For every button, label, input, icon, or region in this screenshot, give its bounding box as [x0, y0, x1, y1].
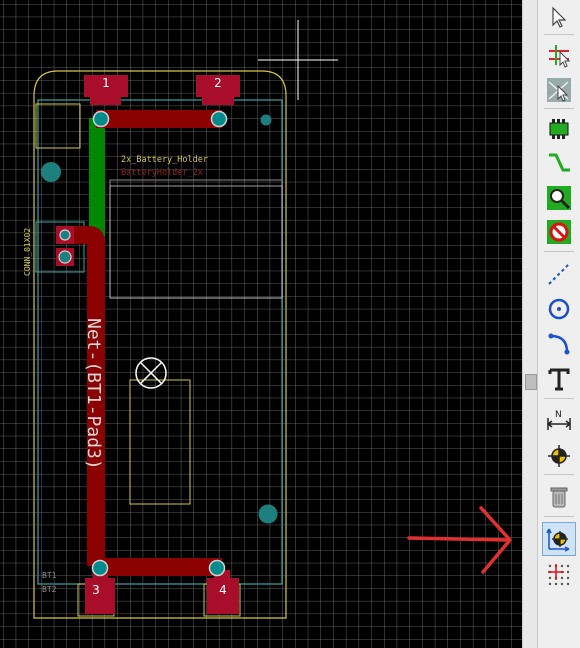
svg-text:N: N — [555, 410, 562, 420]
keepout-icon — [547, 220, 571, 244]
via-icon — [547, 186, 571, 210]
via-left[interactable] — [41, 162, 61, 182]
drill-origin-icon — [546, 528, 570, 552]
pad-2-label: 2 — [214, 76, 222, 90]
layer-alignment-target-tool-button[interactable] — [542, 439, 576, 473]
draw-circle-tool-button[interactable] — [542, 292, 576, 326]
route-tracks-tool-button[interactable] — [542, 146, 576, 180]
arrow-cursor-icon — [552, 6, 567, 28]
footprint-icon — [549, 119, 569, 139]
arc-icon — [548, 333, 570, 355]
text-icon — [548, 368, 570, 391]
via-top-right[interactable] — [260, 114, 272, 126]
draw-line-tool-button[interactable] — [542, 257, 576, 291]
net-name-label: Net-(BT1-Pad3) — [83, 318, 104, 470]
connector-pad-1[interactable] — [56, 226, 74, 244]
connector-pad-2[interactable] — [56, 248, 74, 266]
add-text-tool-button[interactable] — [542, 362, 576, 396]
ratsnest-icon — [547, 78, 571, 102]
add-dimension-tool-button[interactable]: N — [542, 404, 576, 438]
pad-1-label: 1 — [102, 76, 110, 90]
pad-3-label: 3 — [92, 583, 100, 597]
via-bottom-right[interactable] — [258, 504, 278, 524]
delete-tool-button[interactable] — [542, 480, 576, 514]
set-grid-origin-tool-button[interactable] — [542, 558, 576, 592]
draw-arc-tool-button[interactable] — [542, 327, 576, 361]
add-footprint-tool-button[interactable] — [542, 112, 576, 146]
add-keepout-tool-button[interactable] — [542, 215, 576, 249]
dimension-icon: N — [547, 410, 571, 430]
highlight-net-icon — [549, 45, 571, 68]
front-copper-track-top — [96, 110, 222, 128]
grid-origin-icon — [548, 564, 570, 586]
vertical-scrollbar[interactable] — [522, 0, 537, 648]
footprint-value-text: BatteryHolder_2x — [121, 168, 203, 178]
footprint-name-text: 2x_Battery_Holder — [121, 155, 208, 165]
reference-bt1-text: BT1 — [42, 571, 57, 580]
route-track-icon — [549, 153, 570, 172]
front-copper-track-bottom — [96, 558, 222, 576]
grid — [0, 0, 522, 648]
add-via-tool-button[interactable] — [542, 181, 576, 215]
pcb-canvas[interactable]: 1 2 3 4 2x_Battery_Holder BatteryHolder_… — [0, 0, 522, 648]
set-drill-origin-tool-button[interactable] — [542, 522, 576, 556]
local-ratsnest-tool-button[interactable] — [542, 73, 576, 107]
pad-4-label: 4 — [219, 583, 227, 597]
target-icon — [548, 445, 570, 467]
dashed-line-icon — [548, 263, 570, 285]
reference-bt2-text: BT2 — [42, 585, 57, 594]
trash-icon — [550, 487, 568, 508]
right-toolbar: N — [537, 0, 580, 648]
select-tool-button[interactable] — [542, 0, 576, 34]
scrollbar-thumb[interactable] — [525, 374, 537, 390]
back-copper-track — [89, 118, 105, 236]
connector-reference-text: CONN_01X02 — [23, 228, 32, 276]
highlight-net-tool-button[interactable] — [542, 38, 576, 72]
circle-icon — [548, 298, 570, 320]
